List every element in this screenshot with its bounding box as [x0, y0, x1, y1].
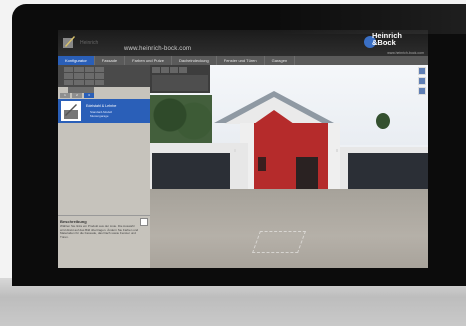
brand-url: www.heinrich-bock.com: [387, 51, 424, 55]
grid-cell[interactable]: [74, 67, 84, 73]
product-thumbnail: [61, 101, 81, 121]
toolbar-button[interactable]: [152, 67, 160, 73]
pen-logo-icon: [62, 34, 76, 50]
header-name: Heinrich: [80, 40, 99, 46]
grid-cell[interactable]: [84, 79, 94, 85]
zoom-out-button[interactable]: [418, 77, 426, 85]
level-tab-1[interactable]: 1: [60, 93, 70, 98]
toolbar-button[interactable]: [170, 67, 178, 73]
brand-line-2: &Bock: [372, 38, 396, 47]
zoom-in-button[interactable]: [418, 67, 426, 75]
description-text: Wählen Sie links ein Produkt aus der Lis…: [60, 224, 139, 239]
brand-name: Heinrich &Bock: [372, 32, 402, 47]
toolbar-button[interactable]: [161, 67, 169, 73]
grid-cell[interactable]: [94, 79, 104, 85]
main-nav: Konfigurator Fassade Farben und Putze Da…: [58, 56, 428, 65]
house-preview: [150, 65, 428, 268]
navigation-marker[interactable]: [251, 231, 307, 253]
product-list-item-selected[interactable]: Edelstahl & Lehrbe Standard-Modell Muste…: [58, 99, 150, 123]
wall-lamp: [336, 149, 338, 152]
toolbar-buttons: [152, 67, 187, 73]
level-tab-2[interactable]: 2: [72, 93, 82, 98]
house-window[interactable]: [258, 157, 266, 171]
nav-item-dach[interactable]: Dacheindeckung: [172, 56, 217, 65]
header: Heinrich www.heinrich-bock.com Heinrich …: [58, 30, 428, 56]
grid-cell[interactable]: [84, 67, 94, 73]
view-controls: [418, 67, 426, 95]
grid-cell[interactable]: [64, 67, 74, 73]
grid-cell[interactable]: [94, 73, 104, 79]
product-title: Edelstahl & Lehrbe: [86, 104, 117, 108]
app-screen: Heinrich www.heinrich-bock.com Heinrich …: [58, 30, 428, 268]
view-toolbar: [150, 65, 210, 93]
grid-cell[interactable]: [94, 67, 104, 73]
toolbar-options[interactable]: [152, 75, 208, 91]
product-subtitle: Standard-Modell Mustergarage: [90, 110, 113, 118]
category-grid-cells: [64, 67, 104, 85]
nav-item-konfigurator[interactable]: Konfigurator: [58, 56, 95, 65]
house-gable: [254, 110, 294, 124]
gravel-driveway: [150, 189, 428, 268]
toolbar-button[interactable]: [179, 67, 187, 73]
header-url[interactable]: www.heinrich-bock.com: [124, 46, 191, 52]
nav-item-fassade[interactable]: Fassade: [95, 56, 126, 65]
description-panel: Beschreibung Wählen Sie links ein Produk…: [58, 215, 150, 268]
brand-logo[interactable]: Heinrich &Bock www.heinrich-bock.com: [364, 32, 424, 55]
reset-view-button[interactable]: [418, 87, 426, 95]
grid-cell[interactable]: [74, 73, 84, 79]
left-panel: 1 2 3 Edelstahl & Lehrbe Standard-Modell…: [58, 65, 150, 268]
grid-cell[interactable]: [84, 73, 94, 79]
scene-tree: [376, 113, 390, 129]
grid-cell[interactable]: [74, 79, 84, 85]
grid-cell[interactable]: [64, 79, 74, 85]
house-door[interactable]: [296, 157, 318, 189]
garage-door-right[interactable]: [348, 153, 428, 189]
level-tab-3[interactable]: 3: [84, 93, 94, 98]
description-toggle-button[interactable]: [140, 218, 148, 226]
wall-lamp: [234, 149, 236, 152]
nav-item-farben[interactable]: Farben und Putze: [125, 56, 172, 65]
grid-cell[interactable]: [64, 73, 74, 79]
garage-door-left[interactable]: [152, 153, 230, 189]
house-wall-right: [328, 123, 340, 189]
category-grid: [58, 65, 150, 87]
nav-item-fenster[interactable]: Fenster und Türen: [217, 56, 265, 65]
nav-item-garagen[interactable]: Garagen: [265, 56, 296, 65]
